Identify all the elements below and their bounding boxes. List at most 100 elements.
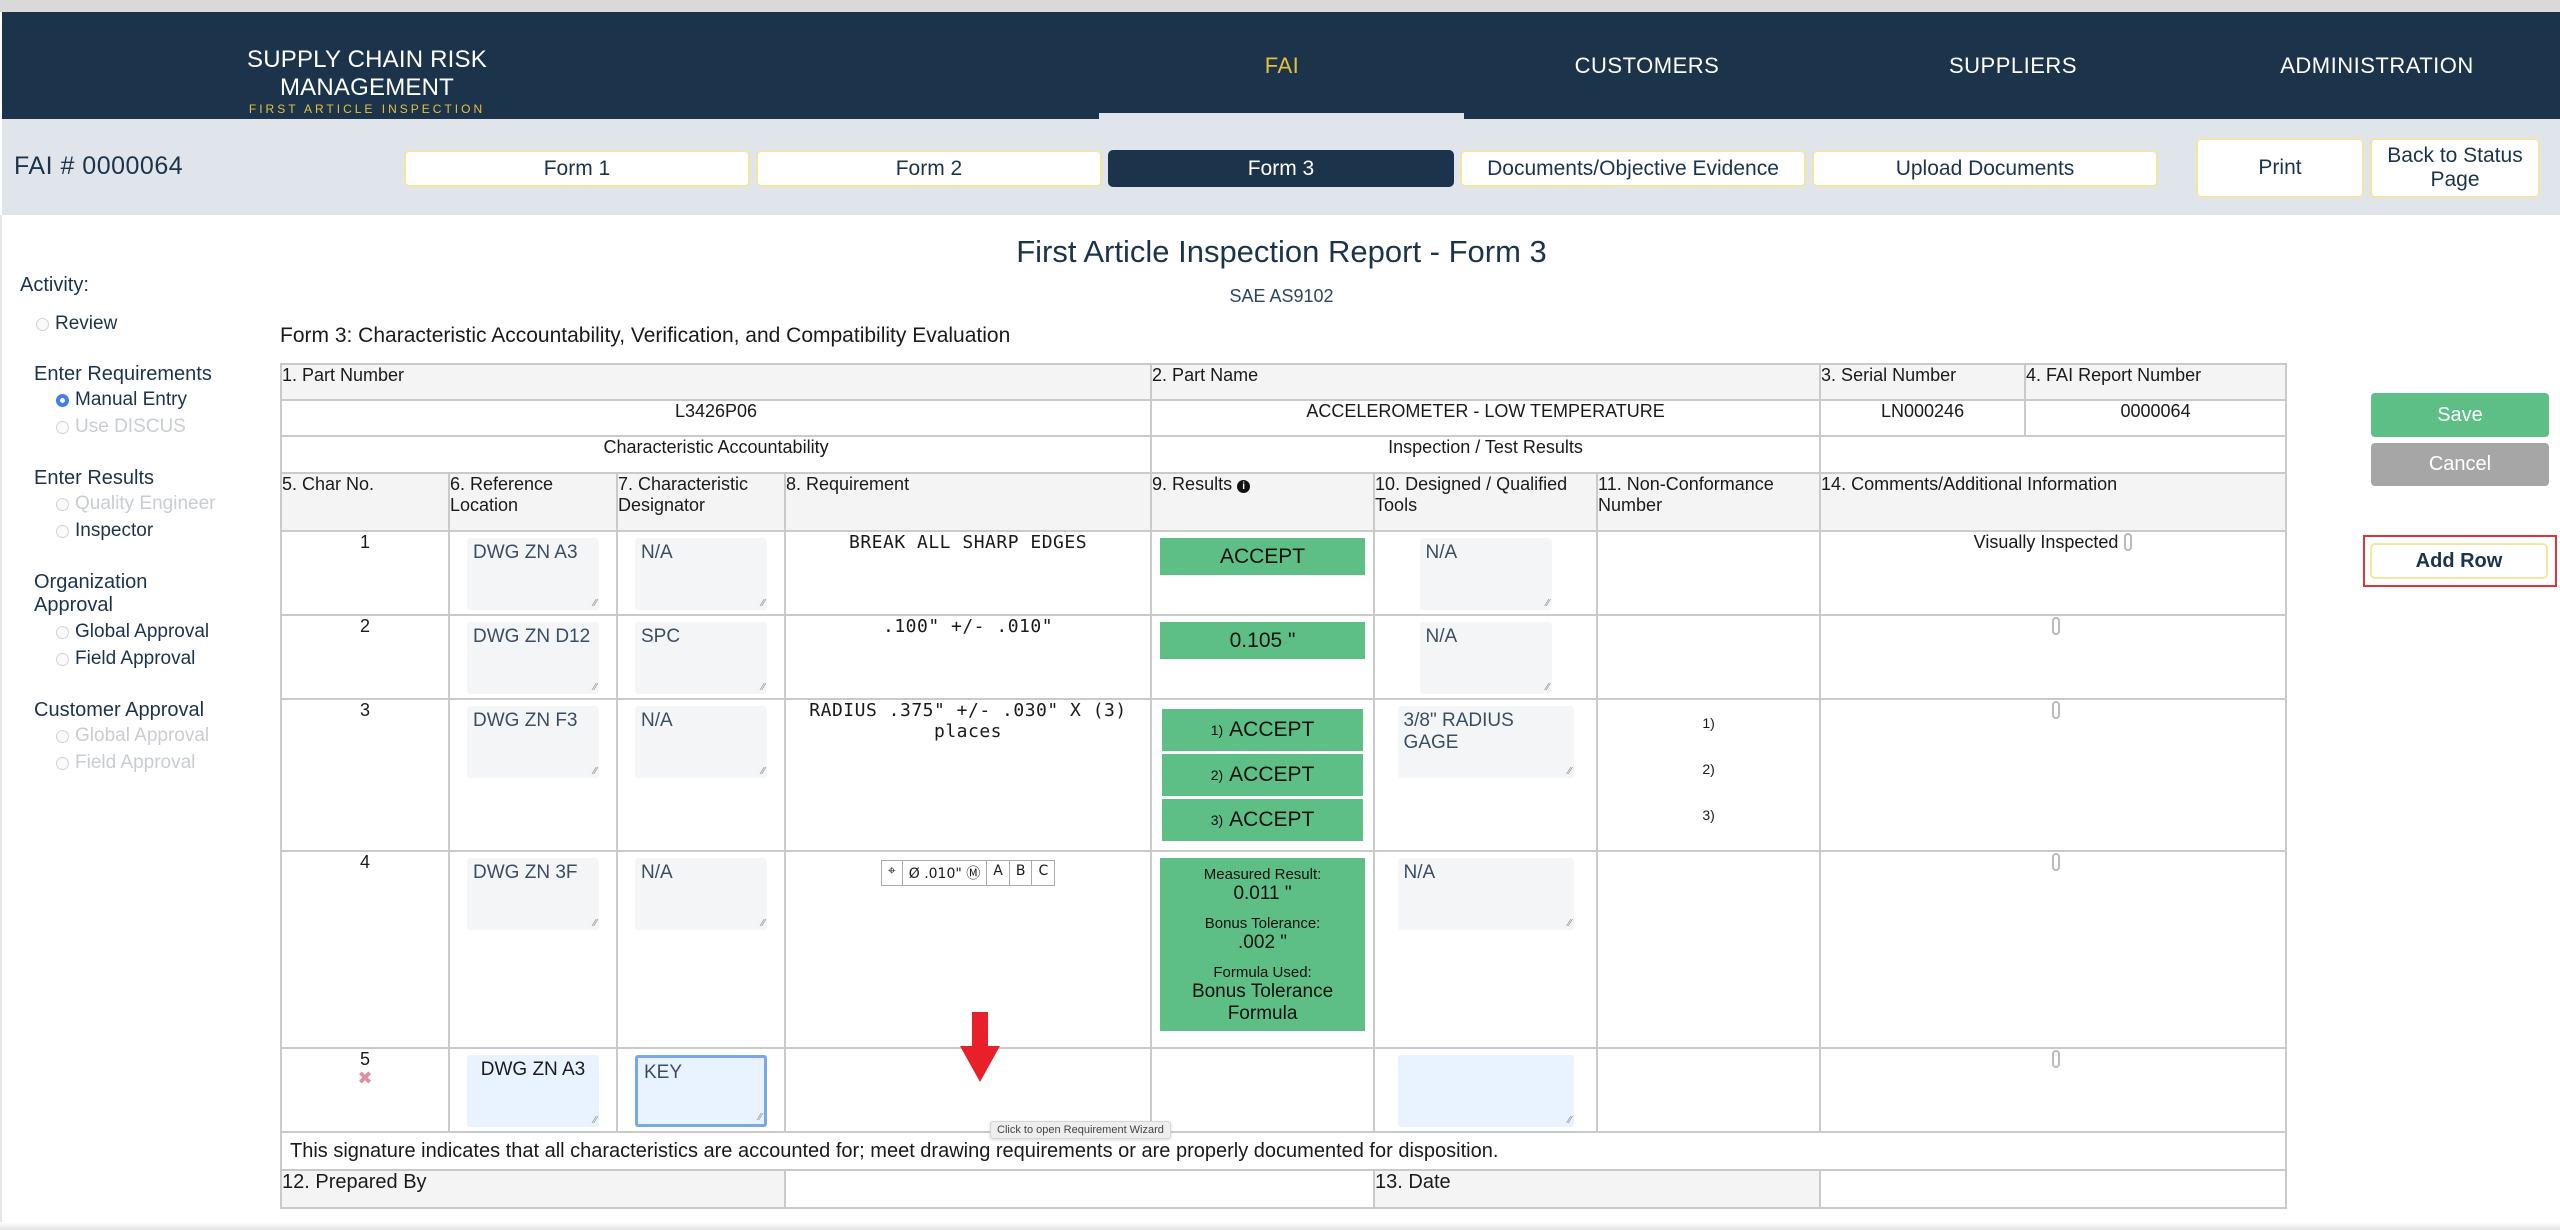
resize-handle-icon[interactable]: ⁄⁄	[762, 766, 765, 777]
ncr-item[interactable]: 3)	[1598, 792, 1819, 838]
resize-handle-icon[interactable]: ⁄⁄	[594, 766, 597, 777]
radio-inspector[interactable]: Inspector	[56, 520, 153, 542]
tools-input[interactable]: 3/8" RADIUS GAGE ⁄⁄	[1397, 706, 1574, 778]
requirement-cell[interactable]: .100" +/- .010"	[783, 614, 1153, 700]
info-icon[interactable]: i	[1237, 480, 1251, 493]
radio-circle[interactable]	[36, 317, 49, 331]
paperclip-icon[interactable]	[2124, 533, 2133, 551]
resize-handle-icon[interactable]: ⁄⁄	[759, 1112, 762, 1123]
result-detail-box[interactable]: Measured Result: 0.011 " Bonus Tolerance…	[1160, 858, 1366, 1031]
char-no: 1	[280, 530, 450, 616]
tools-input[interactable]: N/A ⁄⁄	[1397, 858, 1574, 930]
radio-label: Global Approval	[75, 621, 210, 642]
input-value: SPC	[641, 626, 681, 647]
resize-handle-icon[interactable]: ⁄⁄	[594, 1115, 597, 1126]
ncr-item[interactable]: 2)	[1598, 746, 1819, 792]
requirement-cell[interactable]: BREAK ALL SHARP EDGES	[783, 530, 1153, 616]
resize-handle-icon[interactable]: ⁄⁄	[762, 682, 765, 693]
datum-b: B	[1010, 861, 1033, 885]
paperclip-icon[interactable]	[2052, 617, 2061, 635]
radio-org-field-approval[interactable]: Field Approval	[56, 648, 195, 670]
input-value: DWG ZN 3F	[473, 862, 578, 883]
designator-input[interactable]: SPC ⁄⁄	[635, 622, 767, 694]
tools-input[interactable]: N/A ⁄⁄	[1419, 538, 1552, 610]
delete-row-icon[interactable]: ✖	[282, 1068, 448, 1089]
ref-location-input[interactable]: DWG ZN F3 ⁄⁄	[467, 706, 599, 778]
tools-input[interactable]: ⁄⁄	[1397, 1055, 1574, 1127]
ref-location-input[interactable]: DWG ZN A3 ⁄⁄	[467, 1055, 599, 1127]
datum-a: A	[987, 861, 1010, 885]
nav-administration[interactable]: ADMINISTRATION	[2194, 12, 2560, 119]
back-to-status-button[interactable]: Back to Status Page	[2370, 138, 2540, 198]
resize-handle-icon[interactable]: ⁄⁄	[594, 682, 597, 693]
results-cell: Measured Result: 0.011 " Bonus Tolerance…	[1150, 850, 1376, 1049]
requirement-cell[interactable]: RADIUS .375" +/- .030" X (3) places	[783, 698, 1153, 852]
date-field[interactable]	[1819, 1169, 2288, 1209]
resize-handle-icon[interactable]: ⁄⁄	[762, 918, 765, 929]
radio-circle[interactable]	[56, 625, 69, 639]
resize-handle-icon[interactable]: ⁄⁄	[1546, 598, 1549, 609]
brand-logo[interactable]: SUPPLY CHAIN RISK MANAGEMENT FIRST ARTIC…	[172, 46, 562, 116]
result-badge[interactable]: 1) ACCEPT	[1162, 709, 1364, 751]
tab-form-3[interactable]: Form 3	[1108, 150, 1454, 187]
designator-input[interactable]: N/A ⁄⁄	[635, 858, 767, 930]
tab-form-1[interactable]: Form 1	[404, 150, 750, 187]
paperclip-icon[interactable]	[2052, 701, 2061, 719]
result-badge[interactable]: 2) ACCEPT	[1162, 754, 1364, 796]
mmc-modifier-icon: Ⓜ	[966, 866, 981, 882]
add-row-button[interactable]: Add Row	[2370, 543, 2548, 579]
char-designator-header: 7. Characteristic Designator	[616, 472, 786, 532]
radio-org-global-approval[interactable]: Global Approval	[56, 621, 209, 643]
ref-location-input[interactable]: DWG ZN A3 ⁄⁄	[467, 538, 599, 610]
radio-circle[interactable]	[56, 524, 69, 538]
designator-cell: SPC ⁄⁄	[616, 614, 786, 700]
resize-handle-icon[interactable]: ⁄⁄	[594, 598, 597, 609]
nonconformance-cell	[1596, 850, 1822, 1049]
radio-circle-checked[interactable]	[56, 393, 69, 407]
paperclip-icon[interactable]	[2052, 853, 2061, 871]
tab-documents-objective-evidence[interactable]: Documents/Objective Evidence	[1460, 150, 1806, 187]
empty-header-cell	[1819, 435, 2288, 474]
ncr-item[interactable]: 1)	[1598, 700, 1819, 746]
designator-input[interactable]: N/A ⁄⁄	[635, 706, 767, 778]
designator-input[interactable]: KEY ⁄⁄	[635, 1055, 767, 1127]
resize-handle-icon[interactable]: ⁄⁄	[594, 918, 597, 929]
prepared-by-field[interactable]	[783, 1169, 1376, 1209]
date-label: 13. Date	[1373, 1169, 1822, 1209]
cancel-button[interactable]: Cancel	[2371, 443, 2549, 486]
radio-circle	[56, 756, 69, 770]
gdt-feature-control-frame[interactable]: ⌖ Ø .010" Ⓜ A B C	[880, 860, 1056, 886]
result-badge[interactable]: 0.105 "	[1160, 622, 1366, 659]
char-no: 3	[280, 698, 450, 852]
save-button[interactable]: Save	[2371, 393, 2549, 437]
nav-customers[interactable]: CUSTOMERS	[1464, 12, 1830, 119]
print-button[interactable]: Print	[2196, 138, 2364, 198]
ref-location-cell: DWG ZN A3 ⁄⁄	[448, 530, 618, 616]
result-badge[interactable]: 3) ACCEPT	[1162, 799, 1364, 841]
table-row-new: 5 ✖ DWG ZN A3 ⁄⁄ KEY ⁄⁄ ⁄⁄	[280, 1047, 2288, 1133]
resize-handle-icon[interactable]: ⁄⁄	[1568, 1115, 1571, 1126]
results-cell	[1150, 1047, 1376, 1133]
tools-cell: 3/8" RADIUS GAGE ⁄⁄	[1373, 698, 1599, 852]
resize-handle-icon[interactable]: ⁄⁄	[1568, 918, 1571, 929]
paperclip-icon[interactable]	[2052, 1050, 2061, 1068]
nav-suppliers[interactable]: SUPPLIERS	[1830, 12, 2196, 119]
radio-label: Review	[55, 313, 118, 334]
radio-circle[interactable]	[56, 652, 69, 666]
result-badge[interactable]: ACCEPT	[1160, 538, 1366, 575]
radio-review[interactable]: Review	[36, 313, 117, 335]
ref-location-input[interactable]: DWG ZN 3F ⁄⁄	[467, 858, 599, 930]
nav-fai[interactable]: FAI	[1099, 12, 1465, 119]
designator-cell: KEY ⁄⁄	[616, 1047, 786, 1133]
resize-handle-icon[interactable]: ⁄⁄	[1568, 766, 1571, 777]
tab-upload-documents[interactable]: Upload Documents	[1812, 150, 2158, 187]
tab-form-2[interactable]: Form 2	[756, 150, 1102, 187]
result-value: ACCEPT	[1229, 718, 1315, 741]
radio-manual-entry[interactable]: Manual Entry	[56, 389, 187, 411]
char-no-header: 5. Char No.	[280, 472, 450, 532]
resize-handle-icon[interactable]: ⁄⁄	[1546, 682, 1549, 693]
ref-location-input[interactable]: DWG ZN D12 ⁄⁄	[467, 622, 599, 694]
tools-input[interactable]: N/A ⁄⁄	[1419, 622, 1552, 694]
designator-input[interactable]: N/A ⁄⁄	[635, 538, 767, 610]
resize-handle-icon[interactable]: ⁄⁄	[762, 598, 765, 609]
